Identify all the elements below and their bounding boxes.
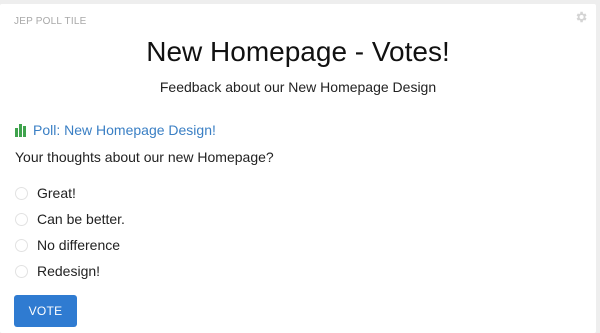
page-title: New Homepage - Votes! [146,36,450,67]
bar-chart-icon [15,123,28,137]
poll-option-label: Great! [37,185,76,201]
poll-option-label: No difference [37,237,121,253]
radio-button[interactable] [15,186,28,200]
poll-option-great[interactable]: Great! [15,180,125,206]
poll-header: Poll: New Homepage Design! [15,122,216,138]
poll-title: Poll: New Homepage Design! [33,122,216,138]
poll-option-label: Redesign! [37,263,101,279]
poll-option-redesign[interactable]: Redesign! [15,258,125,284]
poll-option-label: Can be better. [37,211,125,227]
radio-button[interactable] [15,264,28,278]
poll-option-no-difference[interactable]: No difference [15,232,125,258]
poll-question: Your thoughts about our new Homepage? [15,149,274,165]
poll-tile: JEP POLL TILE New Homepage - Votes! Feed… [0,4,596,333]
poll-options: Great! Can be better. No difference Rede… [15,180,125,284]
radio-button[interactable] [15,238,28,252]
tile-label: JEP POLL TILE [14,16,87,27]
radio-button[interactable] [15,212,28,226]
page-subtitle: Feedback about our New Homepage Design [159,79,437,95]
gear-icon[interactable] [574,10,588,24]
poll-option-can-be-better[interactable]: Can be better. [15,206,125,232]
vote-button[interactable]: VOTE [14,295,77,327]
